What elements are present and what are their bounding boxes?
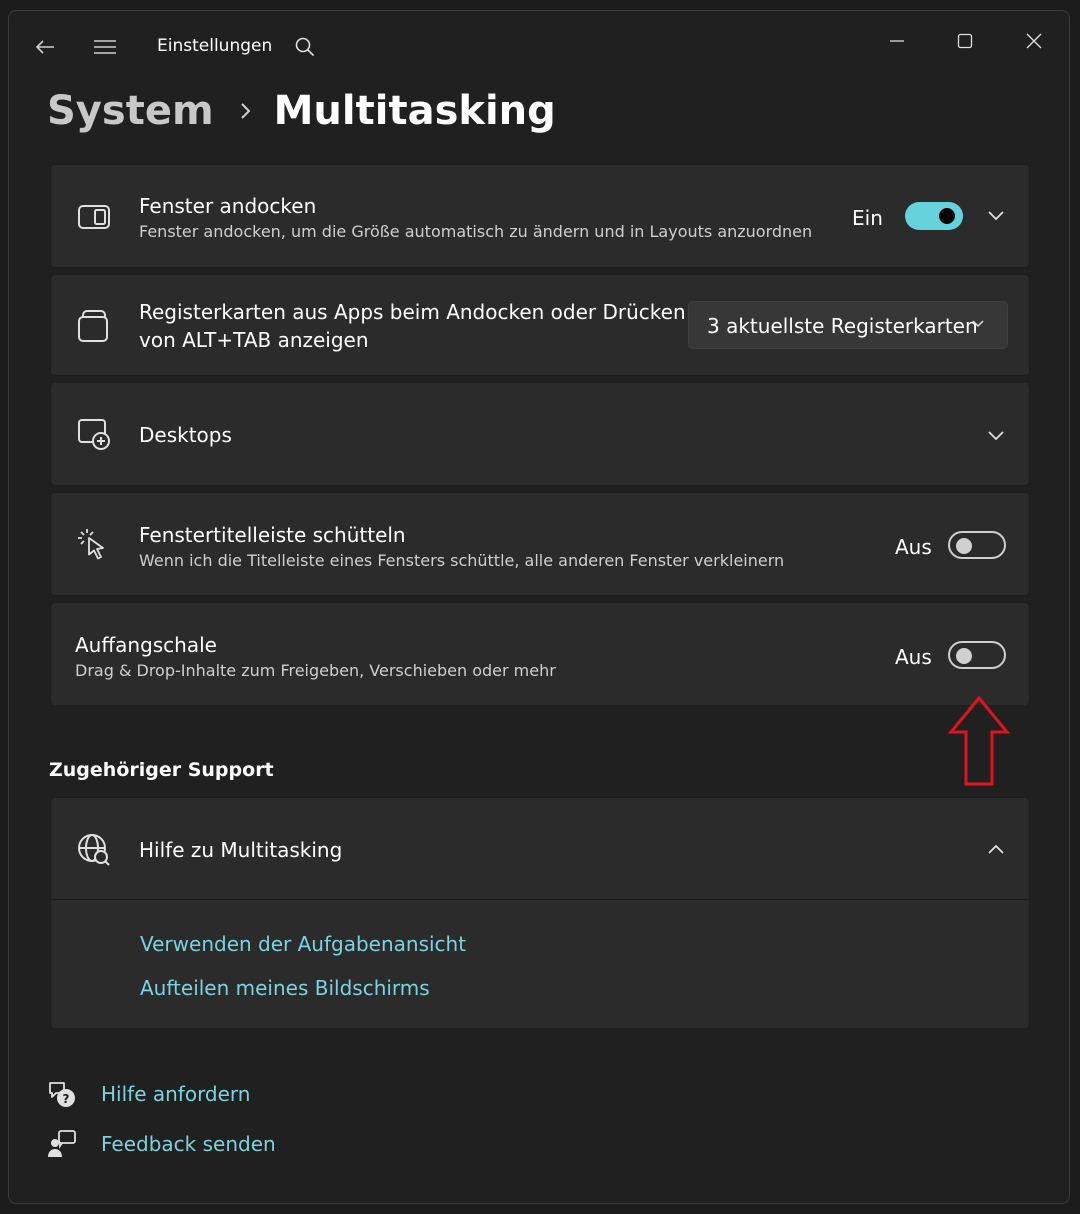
close-icon	[1026, 33, 1042, 49]
snap-windows-card[interactable]: Fenster andocken Fenster andocken, um di…	[50, 164, 1030, 268]
dropdown-selected-value: 3 aktuellste Registerkarten	[707, 314, 978, 338]
drag-tray-card: Auffangschale Drag & Drop-Inhalte zum Fr…	[50, 602, 1030, 706]
back-arrow-icon	[35, 40, 54, 54]
help-links-panel: Verwenden der Aufgabenansicht Aufteilen …	[50, 899, 1030, 1029]
breadcrumb-system-link[interactable]: System	[47, 88, 214, 134]
help-link-split-screen[interactable]: Aufteilen meines Bildschirms	[140, 976, 430, 1000]
chevron-down-icon	[972, 320, 984, 328]
snap-subtitle: Fenster andocken, um die Größe automatis…	[139, 222, 813, 241]
minimize-button[interactable]	[874, 25, 920, 57]
feedback-link[interactable]: Feedback senden	[101, 1132, 276, 1156]
snap-title: Fenster andocken	[139, 194, 317, 218]
alt-tab-tabs-card: Registerkarten aus Apps beim Andocken od…	[50, 274, 1030, 376]
shake-title: Fenstertitelleiste schütteln	[139, 523, 406, 547]
toggle-knob	[956, 538, 972, 554]
desktops-expand-button[interactable]	[986, 426, 1006, 446]
alt-tab-title-line1: Registerkarten aus Apps beim Andocken od…	[139, 300, 686, 324]
toggle-knob	[956, 648, 972, 664]
desktops-title: Desktops	[139, 423, 232, 447]
svg-text:?: ?	[63, 1092, 70, 1106]
close-button[interactable]	[1011, 25, 1057, 57]
virtual-desktop-add-icon	[78, 419, 110, 450]
minimize-icon	[890, 40, 904, 42]
shake-toggle[interactable]	[948, 531, 1006, 559]
snap-expand-button[interactable]	[986, 206, 1006, 226]
help-link-task-view[interactable]: Verwenden der Aufgabenansicht	[140, 932, 466, 956]
menu-button[interactable]	[89, 33, 121, 61]
help-collapse-button[interactable]	[986, 839, 1006, 859]
chevron-right-icon	[240, 102, 252, 120]
shake-subtitle: Wenn ich die Titelleiste eines Fensters …	[139, 551, 785, 570]
maximize-button[interactable]	[942, 25, 988, 57]
feedback-person-icon	[48, 1130, 76, 1157]
snap-layout-icon	[78, 205, 110, 229]
chevron-down-icon	[988, 431, 1004, 441]
snap-toggle[interactable]	[905, 202, 963, 230]
alt-tab-dropdown[interactable]: 3 aktuellste Registerkarten	[688, 301, 1008, 349]
alt-tab-title-line2: von ALT+TAB anzeigen	[139, 328, 369, 352]
snap-state-label: Ein	[852, 206, 883, 230]
breadcrumb: System Multitasking	[47, 81, 556, 141]
chevron-down-icon	[988, 211, 1004, 221]
help-multitasking-card[interactable]: Hilfe zu Multitasking	[50, 797, 1030, 901]
tray-subtitle: Drag & Drop-Inhalte zum Freigeben, Versc…	[75, 661, 556, 680]
shake-cursor-icon	[78, 529, 104, 560]
search-icon	[295, 37, 315, 57]
get-help-item[interactable]: ? Hilfe anfordern	[47, 1079, 250, 1109]
feedback-item[interactable]: Feedback senden	[47, 1129, 276, 1159]
back-button[interactable]	[29, 33, 61, 61]
desktops-card[interactable]: Desktops	[50, 382, 1030, 486]
title-bar: Einstellungen	[9, 11, 1069, 75]
app-title: Einstellungen	[157, 36, 273, 56]
annotation-up-arrow-icon	[947, 695, 1011, 786]
help-multitasking-title: Hilfe zu Multitasking	[139, 838, 343, 862]
shake-state-label: Aus	[895, 535, 932, 559]
chevron-up-icon	[988, 844, 1004, 854]
title-bar-shake-card: Fenstertitelleiste schütteln Wenn ich di…	[50, 492, 1030, 596]
tray-state-label: Aus	[895, 645, 932, 669]
maximize-icon	[957, 33, 973, 49]
tray-toggle[interactable]	[948, 641, 1006, 669]
search-button[interactable]	[291, 33, 319, 61]
stacked-windows-icon	[78, 310, 108, 342]
tray-title: Auffangschale	[75, 633, 217, 657]
toggle-knob	[939, 208, 955, 224]
get-help-link[interactable]: Hilfe anfordern	[101, 1082, 250, 1106]
hamburger-icon	[94, 40, 116, 54]
globe-help-icon	[78, 834, 110, 866]
settings-window: Einstellungen System Multitasking Fenste…	[8, 10, 1070, 1204]
related-support-heading: Zugehöriger Support	[49, 759, 274, 781]
help-chat-icon: ?	[49, 1082, 75, 1107]
page-title: Multitasking	[273, 88, 556, 134]
